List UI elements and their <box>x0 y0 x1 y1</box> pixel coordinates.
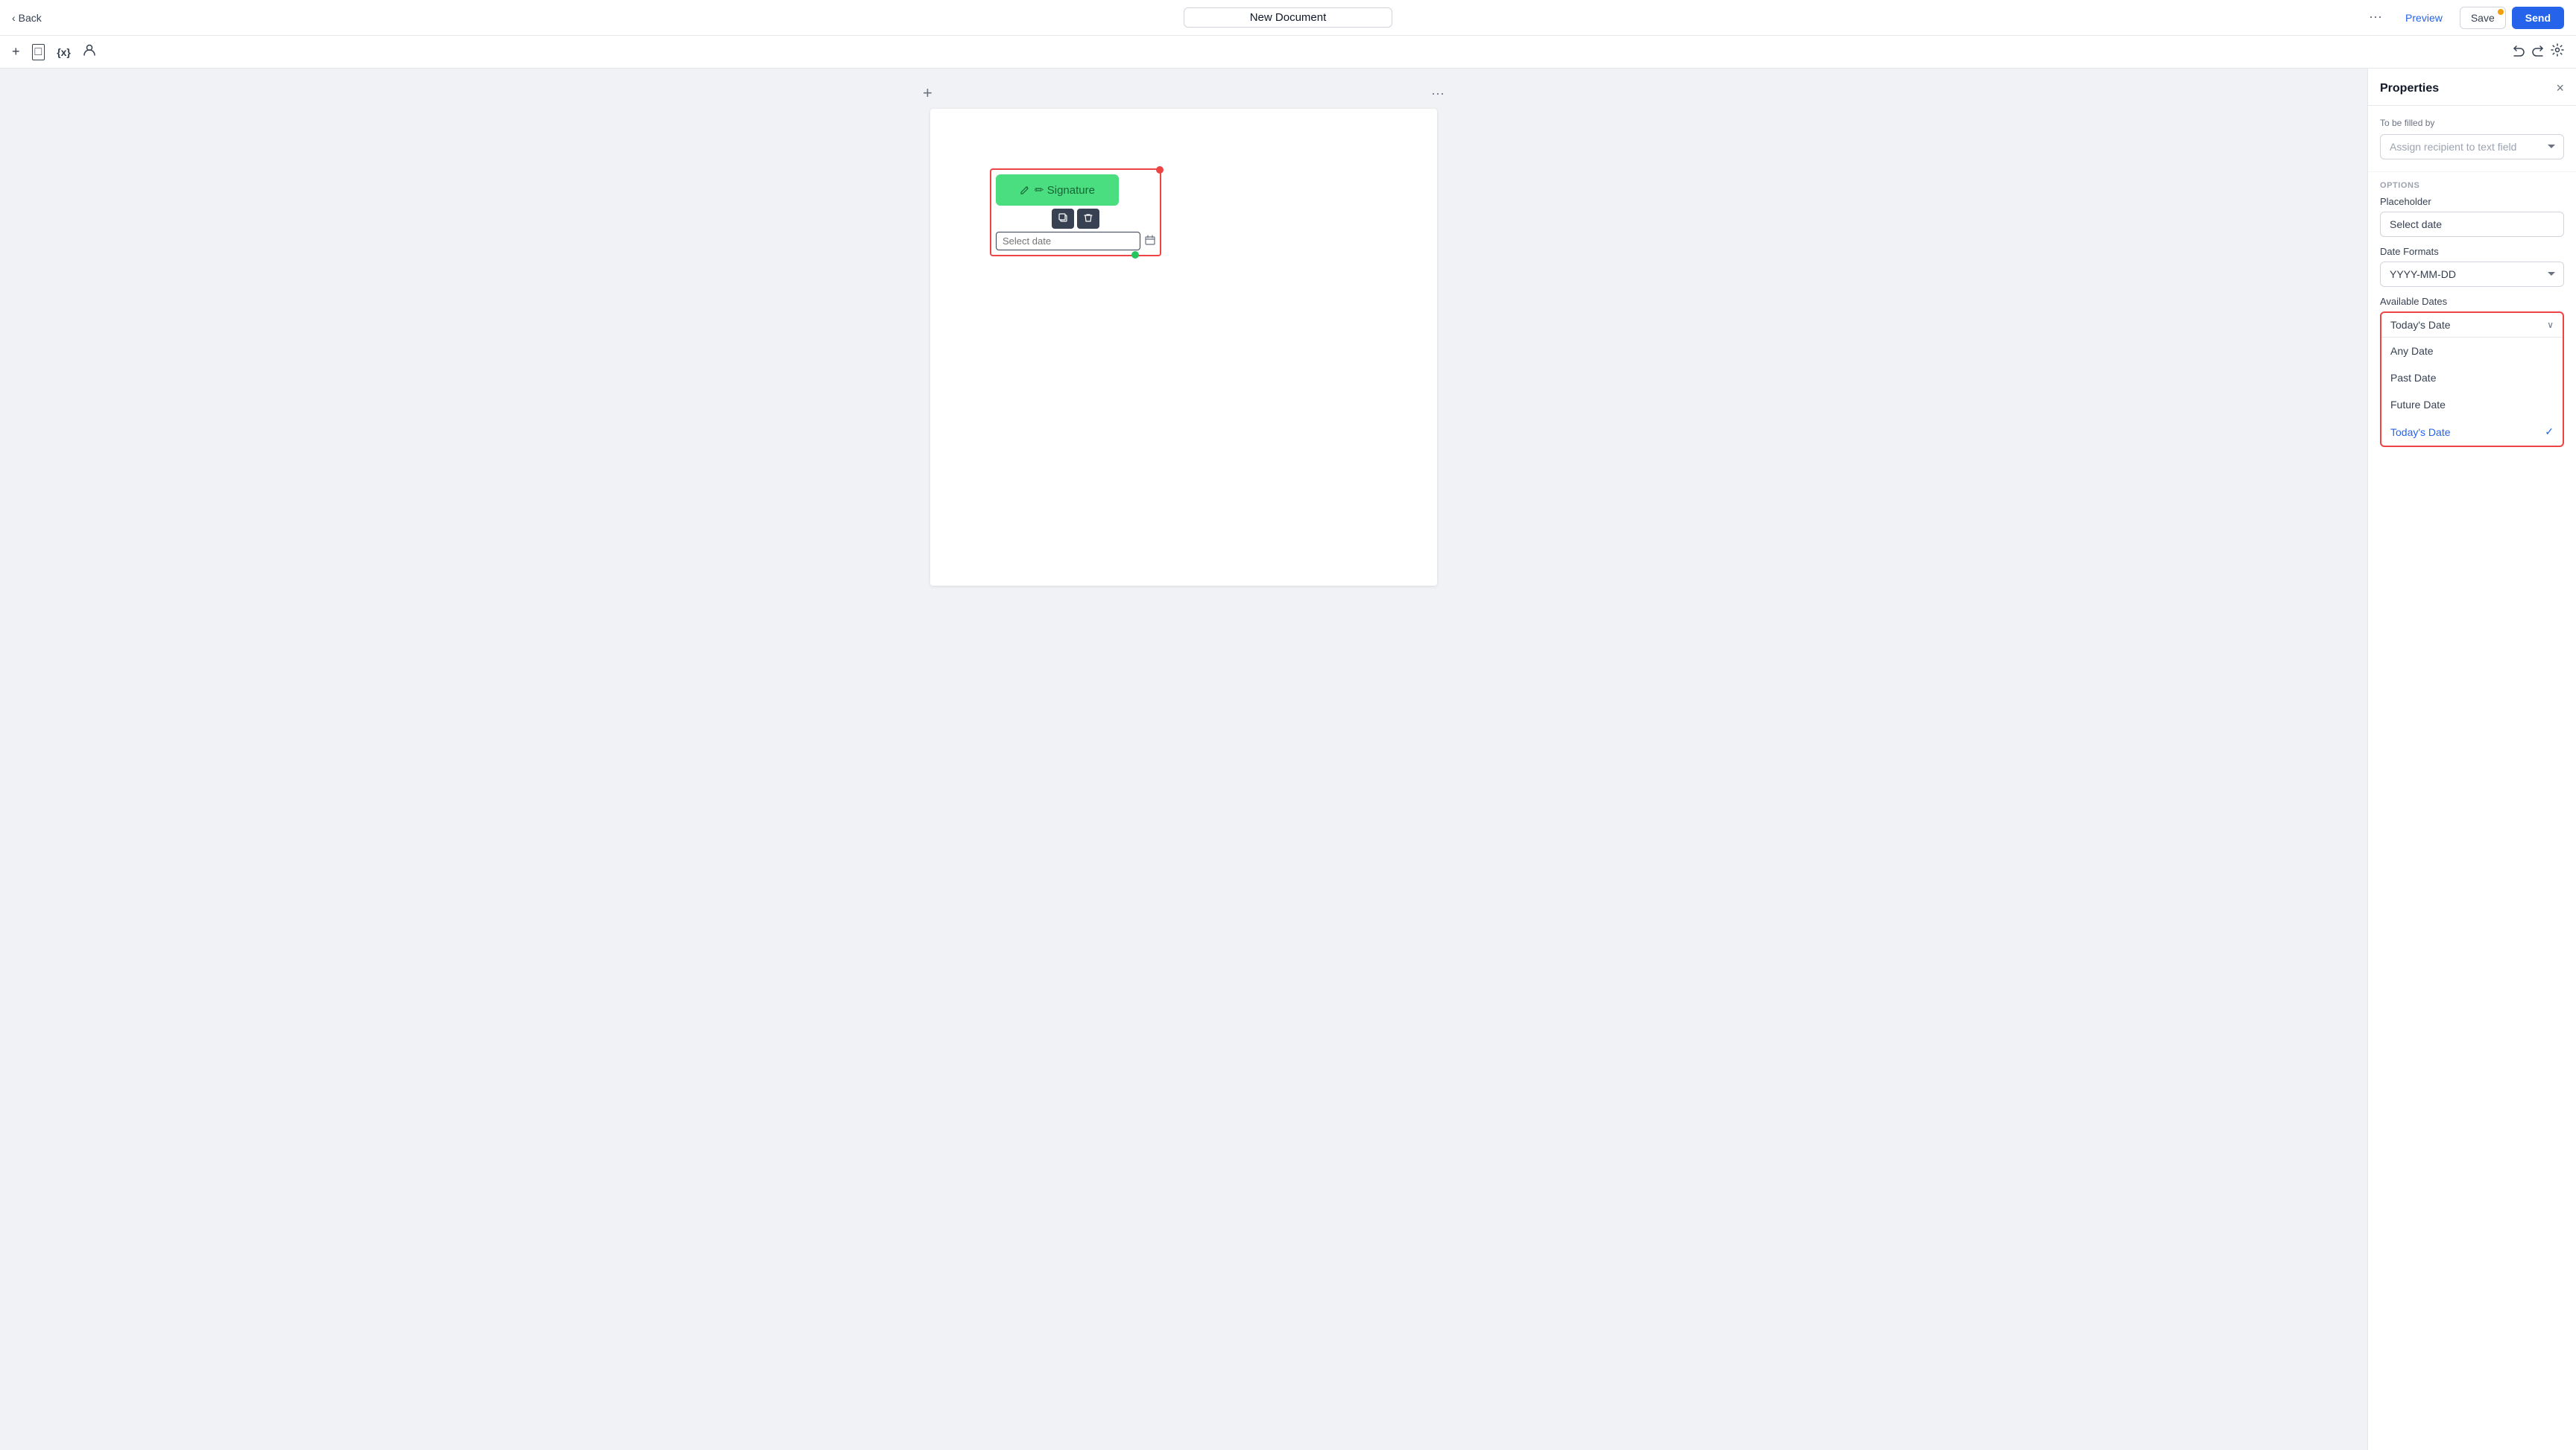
delete-button[interactable] <box>1077 209 1099 229</box>
variable-icon: {x} <box>57 46 71 58</box>
placeholder-section: Placeholder <box>2368 196 2576 246</box>
more-options-button[interactable]: ⋯ <box>2363 7 2388 28</box>
redo-button[interactable] <box>2531 43 2545 60</box>
save-label: Save <box>2471 12 2495 24</box>
properties-panel: Properties × To be filled by Assign reci… <box>2367 69 2576 1450</box>
panel-title: Properties <box>2380 82 2439 95</box>
toolbar-right <box>2512 43 2564 60</box>
send-label: Send <box>2525 12 2551 24</box>
copy-icon <box>1058 214 1068 225</box>
add-icon: + <box>12 44 20 60</box>
close-icon: × <box>2556 80 2564 95</box>
person-icon <box>83 43 96 60</box>
resize-handle-top-right[interactable] <box>1156 166 1164 174</box>
calendar-icon <box>1145 235 1155 247</box>
more-icon: ⋯ <box>2369 10 2382 25</box>
available-dates-selected-option[interactable]: Today's Date ∨ <box>2381 313 2563 338</box>
doc-title-wrapper <box>1184 7 1392 28</box>
date-formats-label: Date Formats <box>2380 246 2564 257</box>
save-button[interactable]: Save <box>2460 7 2506 29</box>
available-dates-list: Any Date Past Date Future Date Today's D… <box>2381 338 2563 446</box>
signature-toolbar <box>996 209 1155 229</box>
dropdown-chevron-icon: ∨ <box>2547 320 2554 330</box>
back-arrow-icon: ‹ <box>12 12 16 24</box>
to-be-filled-label: To be filled by <box>2380 118 2564 128</box>
to-be-filled-section: To be filled by Assign recipient to text… <box>2368 106 2576 172</box>
date-option-future[interactable]: Future Date <box>2381 391 2563 418</box>
date-option-any[interactable]: Any Date <box>2381 338 2563 364</box>
add-element-button[interactable]: + <box>12 44 20 60</box>
canvas-add-button[interactable]: + <box>923 83 932 103</box>
toolbar-left: + □ {x} <box>12 43 96 60</box>
pencil-icon <box>1020 185 1030 195</box>
placeholder-input[interactable] <box>2380 212 2564 237</box>
date-format-select[interactable]: YYYY-MM-DD MM/DD/YYYY DD/MM/YYYY <box>2380 262 2564 287</box>
top-nav: ‹ Back ⋯ Preview Save Send <box>0 0 2576 36</box>
date-format-section: Date Formats YYYY-MM-DD MM/DD/YYYY DD/MM… <box>2368 246 2576 296</box>
available-dates-dropdown[interactable]: Today's Date ∨ Any Date Past Date Future… <box>2380 311 2564 447</box>
date-field-row <box>996 232 1155 250</box>
main-layout: + ··· ✏ Signature <box>0 69 2576 1450</box>
back-button[interactable]: ‹ Back <box>12 12 42 24</box>
trash-icon <box>1083 214 1093 225</box>
date-input[interactable] <box>996 232 1140 250</box>
selected-date-label: Today's Date <box>2390 319 2451 331</box>
back-label: Back <box>19 12 42 24</box>
redo-icon <box>2531 43 2545 60</box>
person-button[interactable] <box>83 43 96 60</box>
page-icon: □ <box>32 44 45 60</box>
signature-button[interactable]: ✏ Signature <box>996 174 1119 206</box>
checkmark-icon: ✓ <box>2545 425 2554 438</box>
placeholder-label: Placeholder <box>2380 196 2564 207</box>
canvas-header: + ··· <box>923 83 1445 109</box>
settings-button[interactable] <box>2551 43 2564 60</box>
toolbar: + □ {x} <box>0 36 2576 69</box>
canvas-area[interactable]: + ··· ✏ Signature <box>0 69 2367 1450</box>
unsaved-indicator <box>2498 9 2504 15</box>
signature-block-wrapper: ✏ Signature <box>990 168 1161 256</box>
options-label: OPTIONS <box>2368 172 2576 196</box>
resize-handle-bottom-right[interactable] <box>1131 251 1139 259</box>
canvas-more-button[interactable]: ··· <box>1431 86 1445 101</box>
preview-button[interactable]: Preview <box>2394 7 2454 29</box>
signature-label: ✏ Signature <box>1035 183 1095 197</box>
undo-button[interactable] <box>2512 43 2525 60</box>
page-icon-button[interactable]: □ <box>32 44 45 60</box>
available-dates-section: Available Dates Today's Date ∨ Any Date … <box>2368 296 2576 447</box>
canvas-add-icon: + <box>923 83 932 102</box>
nav-right: ⋯ Preview Save Send <box>2363 7 2564 29</box>
available-dates-label: Available Dates <box>2380 296 2564 307</box>
document-page: ✏ Signature <box>930 109 1437 586</box>
undo-icon <box>2512 43 2525 60</box>
preview-label: Preview <box>2405 12 2443 24</box>
recipient-select[interactable]: Assign recipient to text field <box>2380 134 2564 159</box>
date-option-today[interactable]: Today's Date ✓ <box>2381 418 2563 446</box>
settings-icon <box>2551 43 2564 60</box>
close-panel-button[interactable]: × <box>2556 80 2564 96</box>
panel-header: Properties × <box>2368 69 2576 106</box>
doc-title-input[interactable] <box>1184 7 1392 28</box>
send-button[interactable]: Send <box>2512 7 2564 29</box>
canvas-more-icon: ··· <box>1431 86 1445 101</box>
signature-selection-border: ✏ Signature <box>990 168 1161 256</box>
duplicate-button[interactable] <box>1052 209 1074 229</box>
date-option-past[interactable]: Past Date <box>2381 364 2563 391</box>
variable-button[interactable]: {x} <box>57 46 71 58</box>
